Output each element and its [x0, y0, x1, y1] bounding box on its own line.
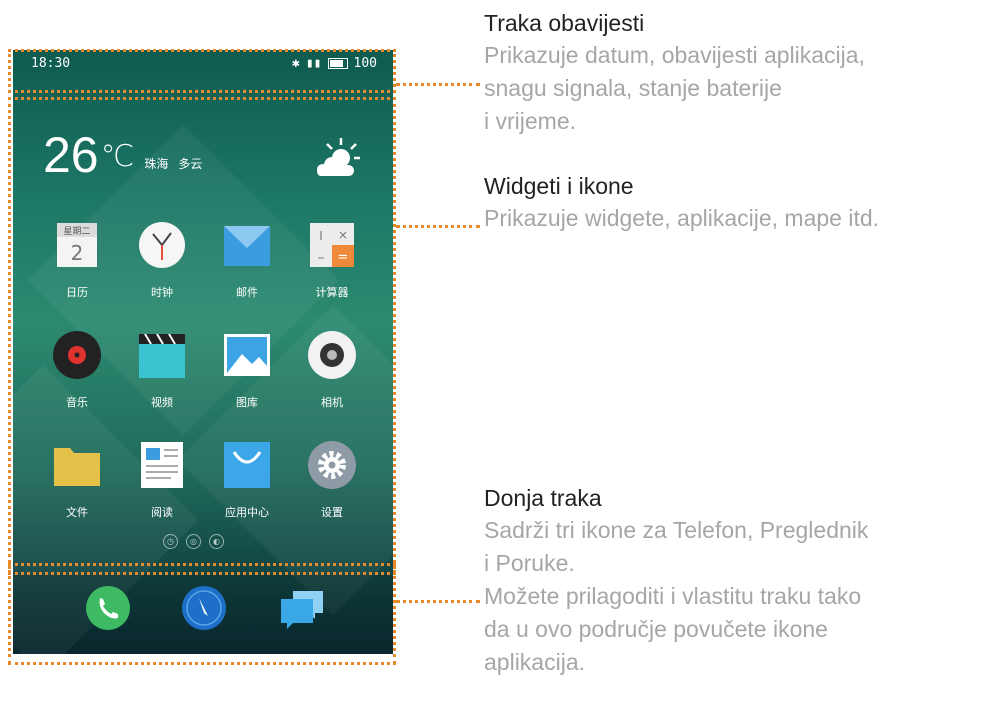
annotation-line: Sadrži tri ikone za Telefon, Preglednik: [484, 517, 869, 543]
annotation-line: da u ovo područje povučete ikone: [484, 616, 828, 642]
annotation-title: Widgeti i ikone: [484, 173, 634, 199]
widgets-leader: [396, 225, 480, 228]
annotation-line: aplikacija.: [484, 649, 585, 675]
annotation-line: Možete prilagoditi i vlastitu traku tako: [484, 583, 862, 609]
annotation-title: Donja traka: [484, 485, 602, 511]
widgets-annotation: Widgeti i ikone Prikazuje widgete, aplik…: [484, 170, 984, 235]
annotation-line: snagu signala, stanje baterije: [484, 75, 782, 101]
dock-leader: [396, 600, 480, 603]
annotation-line: i vrijeme.: [484, 108, 577, 134]
annotation-title: Traka obavijesti: [484, 10, 645, 36]
dock-highlight: [8, 563, 396, 665]
status-bar-annotation: Traka obavijesti Prikazuje datum, obavij…: [484, 7, 984, 138]
widgets-highlight: [8, 97, 396, 575]
annotation-line: Prikazuje datum, obavijesti aplikacija,: [484, 42, 865, 68]
status-bar-highlight: [8, 49, 396, 93]
annotation-line: Prikazuje widgete, aplikacije, mape itd.: [484, 205, 880, 231]
status-bar-leader: [396, 83, 480, 86]
annotation-line: i Poruke.: [484, 550, 575, 576]
dock-annotation: Donja traka Sadrži tri ikone za Telefon,…: [484, 482, 984, 679]
